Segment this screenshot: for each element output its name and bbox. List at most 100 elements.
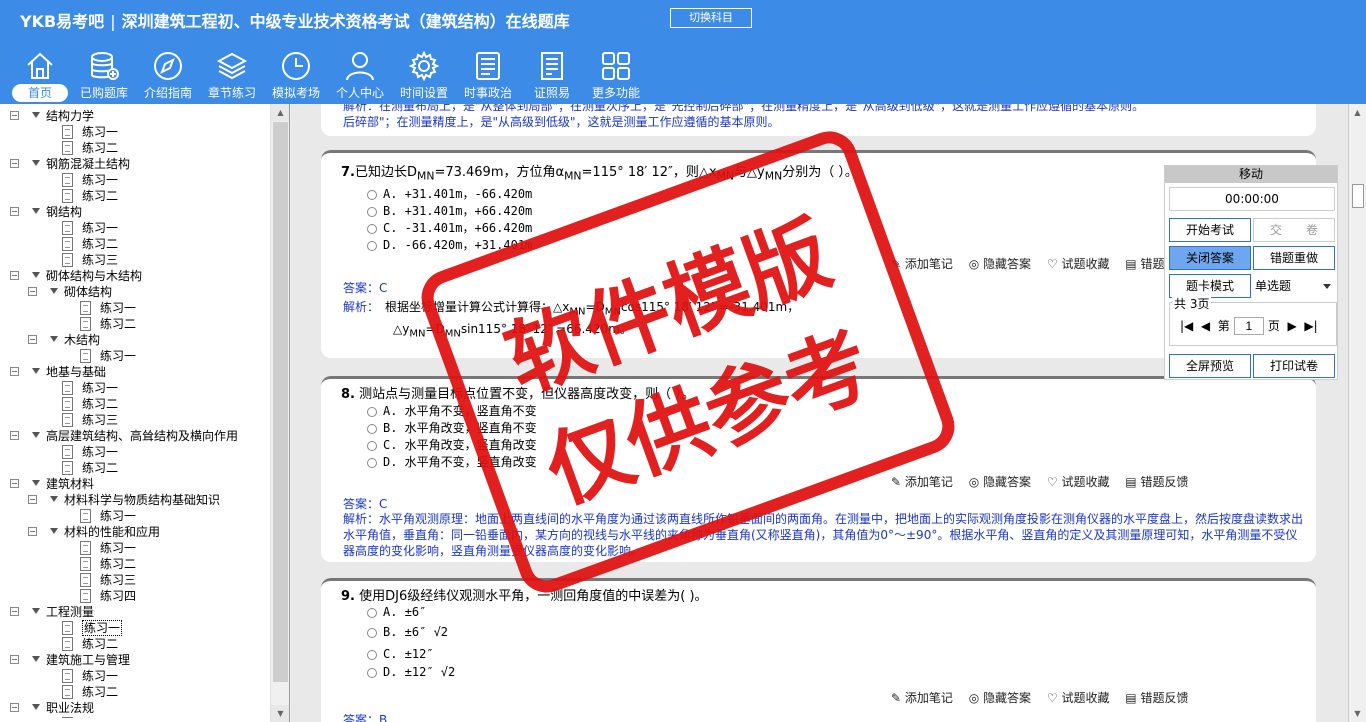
tree-leaf[interactable]: 练习二: [0, 460, 270, 476]
radio-button[interactable]: [367, 440, 377, 451]
favorite-button[interactable]: ♡ 试题收藏: [1047, 475, 1110, 489]
redo-wrong-button[interactable]: 错题重做: [1253, 246, 1335, 270]
radio-button[interactable]: [367, 607, 377, 618]
collapse-toggle-icon[interactable]: −: [28, 527, 37, 536]
radio-button[interactable]: [367, 240, 377, 251]
collapse-toggle-icon[interactable]: −: [28, 495, 37, 504]
tree-leaf[interactable]: 练习二: [0, 684, 270, 700]
tree-leaf[interactable]: 练习四: [0, 588, 270, 604]
submit-exam-button[interactable]: 交 卷: [1253, 218, 1335, 242]
collapse-toggle-icon[interactable]: −: [10, 271, 19, 280]
radio-button[interactable]: [367, 189, 377, 200]
collapse-toggle-icon[interactable]: −: [10, 111, 19, 120]
collapse-toggle-icon[interactable]: −: [10, 703, 19, 712]
favorite-button[interactable]: ♡ 试题收藏: [1047, 257, 1110, 271]
option-d[interactable]: D. ±12″ √2: [367, 665, 455, 679]
tree-leaf[interactable]: 练习一: [0, 620, 270, 636]
nav-time-settings[interactable]: 时间设置: [392, 48, 456, 104]
nav-chapter-practice[interactable]: 章节练习: [200, 48, 264, 104]
option-a[interactable]: A. +31.401m，-66.420m: [367, 185, 532, 202]
radio-button[interactable]: [367, 206, 377, 217]
content-scroll-thumb[interactable]: [1352, 184, 1364, 208]
tree-leaf[interactable]: 练习一: [0, 124, 270, 140]
tree-folder[interactable]: − 砌体结构: [0, 284, 270, 300]
add-note-button[interactable]: ✎ 添加笔记: [891, 257, 953, 271]
collapse-toggle-icon[interactable]: −: [28, 287, 37, 296]
tree-leaf[interactable]: 练习一: [0, 380, 270, 396]
last-page-icon[interactable]: ▶|: [1304, 319, 1317, 333]
tree-folder[interactable]: − 钢筋混凝土结构: [0, 156, 270, 172]
tree-leaf[interactable]: 练习二: [0, 236, 270, 252]
tree-folder[interactable]: − 高层建筑结构、高耸结构及横向作用: [0, 428, 270, 444]
tree-leaf[interactable]: 练习一: [0, 444, 270, 460]
radio-button[interactable]: [367, 667, 377, 678]
tree-leaf[interactable]: 练习三: [0, 252, 270, 268]
tree-folder[interactable]: − 钢结构: [0, 204, 270, 220]
fullscreen-preview-button[interactable]: 全屏预览: [1169, 354, 1251, 378]
nav-mock-exam[interactable]: 模拟考场: [264, 48, 328, 104]
radio-button[interactable]: [367, 406, 377, 417]
nav-home[interactable]: 首页: [8, 48, 72, 104]
tree-folder[interactable]: − 工程测量: [0, 604, 270, 620]
add-note-button[interactable]: ✎ 添加笔记: [891, 691, 953, 705]
nav-purchased[interactable]: 已购题库: [72, 48, 136, 104]
tree-leaf[interactable]: 练习一: [0, 508, 270, 524]
panel-move-handle[interactable]: 移动: [1165, 166, 1337, 183]
tree-leaf[interactable]: 练习一: [0, 172, 270, 188]
collapse-toggle-icon[interactable]: −: [10, 479, 19, 488]
tree-leaf[interactable]: 练习二: [0, 396, 270, 412]
tree-folder[interactable]: − 建筑施工与管理: [0, 652, 270, 668]
content-scrollbar[interactable]: ▲ ▼: [1348, 104, 1366, 722]
report-error-button[interactable]: ▤ 错题反馈: [1125, 691, 1188, 705]
option-c[interactable]: C. -31.401m，+66.420m: [367, 219, 532, 236]
start-exam-button[interactable]: 开始考试: [1169, 218, 1251, 242]
tree-leaf[interactable]: 练习二: [0, 636, 270, 652]
collapse-toggle-icon[interactable]: −: [28, 335, 37, 344]
collapse-toggle-icon[interactable]: −: [10, 159, 19, 168]
option-a[interactable]: A. 水平角不变，竖直角不变: [367, 402, 537, 419]
option-b[interactable]: B. +31.401m，+66.420m: [367, 202, 532, 219]
tree-leaf[interactable]: 练习一: [0, 300, 270, 316]
tree-leaf[interactable]: 练习三: [0, 412, 270, 428]
nav-current-affairs[interactable]: 时事政治: [456, 48, 520, 104]
nav-personal-center[interactable]: 个人中心: [328, 48, 392, 104]
scroll-down-icon[interactable]: ▼: [1349, 705, 1366, 722]
tree-folder[interactable]: − 结构力学: [0, 108, 270, 124]
collapse-toggle-icon[interactable]: −: [10, 431, 19, 440]
option-b[interactable]: B. ±6″ √2: [367, 625, 448, 639]
scroll-up-icon[interactable]: ▲: [271, 104, 289, 121]
radio-button[interactable]: [367, 649, 377, 660]
tree-leaf[interactable]: 练习一: [0, 348, 270, 364]
option-c[interactable]: C. 水平角改变，竖直角改变: [367, 436, 537, 453]
chapter-tree[interactable]: − 结构力学 练习一 练习二 − 钢筋混凝土结构 练习一 练习二 − 钢结构 练习一 练习二 练习三 − 砌…: [0, 108, 270, 718]
report-error-button[interactable]: ▤ 错题反馈: [1125, 475, 1188, 489]
nav-certificate[interactable]: 证照易: [520, 48, 584, 104]
tree-folder[interactable]: − 材料的性能和应用: [0, 524, 270, 540]
tree-folder[interactable]: − 地基与基础: [0, 364, 270, 380]
first-page-icon[interactable]: |◀: [1180, 319, 1193, 333]
next-page-icon[interactable]: ▶: [1287, 319, 1296, 333]
radio-button[interactable]: [367, 223, 377, 234]
hide-answer-button[interactable]: ◎ 隐藏答案: [969, 691, 1031, 705]
option-c[interactable]: C. ±12″: [367, 647, 434, 661]
prev-page-icon[interactable]: ◀: [1201, 319, 1210, 333]
tree-leaf[interactable]: 练习二: [0, 140, 270, 156]
radio-button[interactable]: [367, 423, 377, 434]
tree-leaf[interactable]: 练习一: [0, 716, 270, 718]
tree-leaf[interactable]: 练习三: [0, 572, 270, 588]
nav-guide[interactable]: 介绍指南: [136, 48, 200, 104]
tree-folder[interactable]: − 砌体结构与木结构: [0, 268, 270, 284]
option-b[interactable]: B. 水平角改变，竖直角不变: [367, 419, 537, 436]
tree-leaf[interactable]: 练习一: [0, 668, 270, 684]
tree-scroll-thumb[interactable]: [273, 122, 288, 682]
option-d[interactable]: D. 水平角不变，竖直角改变: [367, 453, 537, 470]
hide-answer-button[interactable]: ◎ 隐藏答案: [969, 475, 1031, 489]
page-number-input[interactable]: [1233, 317, 1264, 335]
hide-answer-button[interactable]: ◎ 隐藏答案: [969, 257, 1031, 271]
nav-more-features[interactable]: 更多功能: [584, 48, 648, 104]
favorite-button[interactable]: ♡ 试题收藏: [1047, 691, 1110, 705]
collapse-toggle-icon[interactable]: −: [10, 607, 19, 616]
tree-folder[interactable]: − 材料科学与物质结构基础知识: [0, 492, 270, 508]
tree-leaf[interactable]: 练习一: [0, 220, 270, 236]
question-type-select[interactable]: 单选题: [1253, 276, 1335, 296]
